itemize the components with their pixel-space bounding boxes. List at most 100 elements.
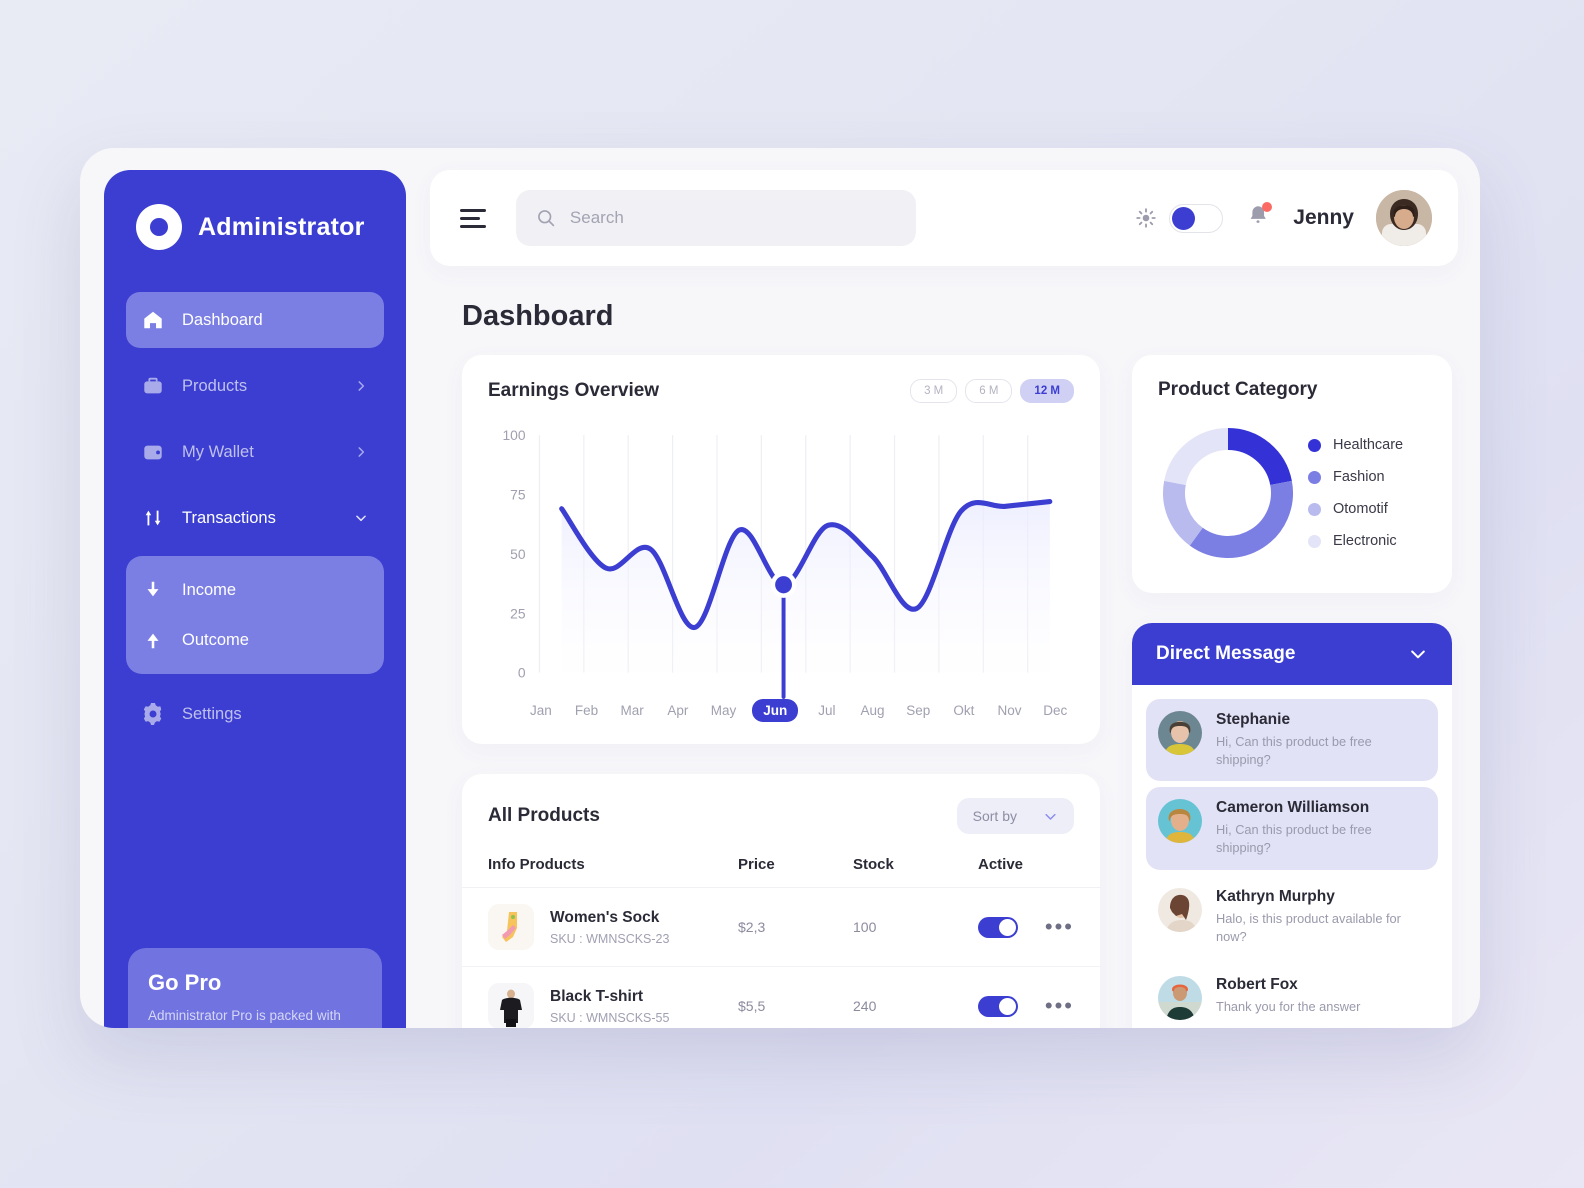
- product-price: $5,5: [738, 998, 766, 1014]
- row-actions-menu-icon[interactable]: •••: [1045, 916, 1074, 938]
- message-sender-name: Kathryn Murphy: [1216, 887, 1335, 905]
- product-category-card: Product Category Healthcare Fashion Otom…: [1132, 355, 1452, 593]
- legend-item: Fashion: [1308, 469, 1403, 485]
- briefcase-icon: [144, 377, 162, 394]
- chart-month-dec[interactable]: Dec: [1032, 703, 1078, 722]
- chart-x-axis-labels: Jan Feb Mar Apr May Jun Jul Aug Sep Okt Nov Dec: [462, 699, 1100, 744]
- transfer-icon: [145, 510, 161, 526]
- sidebar-item-label: Transactions: [182, 508, 276, 527]
- legend-color-dot: [1308, 438, 1321, 452]
- direct-message-item[interactable]: Stephanie Hi, Can this product be free s…: [1146, 699, 1438, 782]
- svg-text:75: 75: [510, 486, 526, 502]
- main-area: Jenny Dashboard: [430, 170, 1458, 1028]
- earnings-header: Earnings Overview 3 M 6 M 12 M: [462, 355, 1100, 403]
- menu-toggle-icon[interactable]: [460, 208, 486, 228]
- product-stock: 240: [853, 998, 877, 1014]
- legend-color-dot: [1308, 502, 1321, 516]
- product-sku: SKU : WMNSCKS-23: [550, 931, 670, 946]
- range-12m-button[interactable]: 12 M: [1020, 379, 1074, 403]
- direct-message-item[interactable]: Robert Fox Thank you for the answer: [1146, 964, 1438, 1028]
- sidebar-item-transactions[interactable]: Transactions: [126, 490, 384, 546]
- direct-message-header[interactable]: Direct Message: [1132, 623, 1452, 685]
- column-header-info: Info Products: [488, 856, 585, 873]
- legend-color-dot: [1308, 470, 1321, 484]
- chart-month-feb[interactable]: Feb: [564, 703, 610, 722]
- chart-month-apr[interactable]: Apr: [655, 703, 701, 722]
- message-sender-name: Stephanie: [1216, 711, 1291, 728]
- transactions-submenu: Income Outcome: [126, 556, 384, 674]
- sidebar-item-settings[interactable]: Settings: [126, 686, 384, 742]
- column-header-active: Active: [978, 856, 1024, 873]
- avatar: [1158, 799, 1202, 844]
- notifications-button[interactable]: [1245, 201, 1273, 234]
- chevron-right-icon: [358, 447, 365, 457]
- column-header-price: Price: [738, 856, 775, 873]
- donut-slice-electronic: [1164, 428, 1229, 486]
- sidebar: Administrator Dashboard Products My Wall…: [104, 170, 406, 1028]
- search-box[interactable]: [516, 190, 916, 246]
- avatar[interactable]: [1376, 190, 1432, 246]
- avatar: [1158, 975, 1202, 1020]
- chart-month-nov[interactable]: Nov: [987, 703, 1033, 722]
- chart-month-okt[interactable]: Okt: [941, 703, 987, 722]
- notification-badge: [1262, 201, 1273, 212]
- sun-icon: [1136, 208, 1157, 228]
- app-logo-icon: [136, 204, 182, 250]
- category-body: Healthcare Fashion Otomotif Electronic: [1132, 401, 1452, 593]
- topbar: Jenny: [430, 170, 1458, 266]
- chart-month-may[interactable]: May: [701, 703, 747, 722]
- product-active-toggle[interactable]: [978, 916, 1018, 938]
- direct-message-item[interactable]: Cameron Williamson Hi, Can this product …: [1146, 787, 1438, 870]
- sidebar-item-income[interactable]: Income: [126, 566, 384, 614]
- theme-toggle[interactable]: [1135, 203, 1224, 233]
- search-input[interactable]: [569, 208, 896, 228]
- product-price: $2,3: [738, 919, 766, 935]
- sidebar-item-label: Dashboard: [182, 310, 263, 329]
- range-selector: 3 M 6 M 12 M: [910, 379, 1074, 403]
- earnings-line-chart: 0 25 50 75 100: [502, 429, 1053, 699]
- chart-month-sep[interactable]: Sep: [895, 703, 941, 722]
- sort-by-dropdown[interactable]: Sort by: [956, 798, 1074, 834]
- product-stock: 100: [853, 919, 877, 935]
- message-preview-text: Halo, is this product available for now?: [1216, 910, 1401, 944]
- chart-highlight-dot: [775, 576, 792, 594]
- product-thumbnail: [488, 983, 534, 1028]
- category-legend: Healthcare Fashion Otomotif Electronic: [1308, 437, 1403, 549]
- chart-y-axis-labels: 0 25 50 75 100: [502, 429, 525, 681]
- chart-month-mar[interactable]: Mar: [609, 703, 655, 722]
- product-thumbnail: [488, 904, 534, 950]
- sidebar-item-dashboard[interactable]: Dashboard: [126, 292, 384, 348]
- user-name: Jenny: [1293, 206, 1354, 229]
- range-6m-button[interactable]: 6 M: [965, 379, 1013, 403]
- table-row[interactable]: Black T-shirt SKU : WMNSCKS-55 $5,5 240 …: [462, 967, 1100, 1028]
- range-3m-button[interactable]: 3 M: [910, 379, 958, 403]
- chart-month-jul[interactable]: Jul: [804, 703, 850, 722]
- table-row[interactable]: Women's Sock SKU : WMNSCKS-23 $2,3 100 •…: [462, 888, 1100, 967]
- product-active-toggle[interactable]: [978, 995, 1018, 1017]
- dark-mode-switch[interactable]: [1169, 203, 1224, 233]
- message-sender-name: Cameron Williamson: [1216, 799, 1370, 817]
- app-window: Administrator Dashboard Products My Wall…: [80, 148, 1480, 1028]
- brand: Administrator: [104, 170, 406, 250]
- row-actions-menu-icon[interactable]: •••: [1045, 995, 1074, 1017]
- sidebar-item-products[interactable]: Products: [126, 358, 384, 414]
- sidebar-item-my-wallet[interactable]: My Wallet: [126, 424, 384, 480]
- chart-month-jan[interactable]: Jan: [518, 703, 564, 722]
- chart-month-aug[interactable]: Aug: [850, 703, 896, 722]
- product-info-cell: Black T-shirt SKU : WMNSCKS-55: [488, 983, 738, 1028]
- sidebar-item-label: Outcome: [182, 630, 249, 649]
- donut-slice-otomotif: [1163, 480, 1204, 546]
- svg-text:100: 100: [502, 429, 525, 443]
- legend-item: Healthcare: [1308, 437, 1403, 453]
- message-preview-text: Thank you for the answer: [1216, 998, 1361, 1014]
- column-header-stock: Stock: [853, 856, 894, 873]
- sidebar-item-label: Products: [182, 376, 248, 395]
- topbar-actions: Jenny: [1135, 190, 1432, 246]
- gear-icon: [143, 703, 162, 725]
- product-sku: SKU : WMNSCKS-55: [550, 1010, 670, 1025]
- earnings-overview-card: Earnings Overview 3 M 6 M 12 M 0 25 50 75 10…: [462, 355, 1100, 744]
- sidebar-item-outcome[interactable]: Outcome: [126, 616, 384, 664]
- donut-slice-healthcare: [1227, 428, 1292, 486]
- all-products-card: All Products Sort by Info Products Price…: [462, 774, 1100, 1028]
- direct-message-item[interactable]: Kathryn Murphy Halo, is this product ava…: [1146, 876, 1438, 958]
